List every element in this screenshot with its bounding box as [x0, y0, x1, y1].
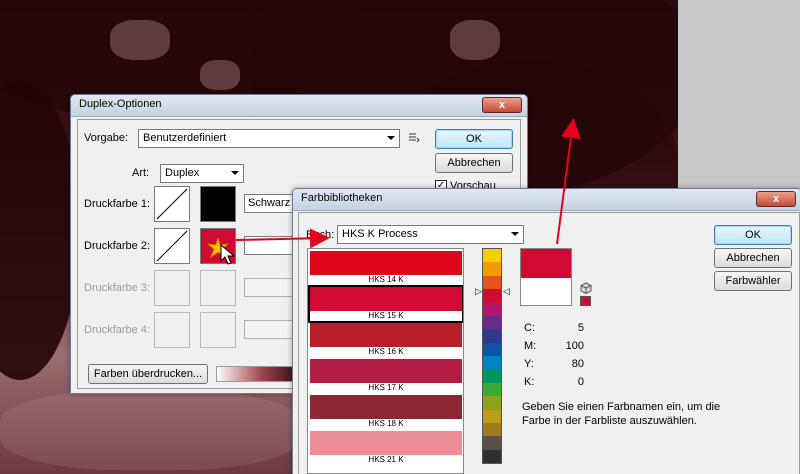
hue-segment	[483, 369, 501, 383]
color-swatch-item[interactable]: HKS 18 K	[310, 395, 462, 429]
slider-left-arrow-icon[interactable]: ▷	[475, 286, 482, 297]
duplex-cancel-button[interactable]: Abbrechen	[435, 153, 513, 173]
cmyk-value: 5	[577, 322, 584, 334]
curve-icon	[156, 188, 188, 220]
library-title: Farbbibliotheken	[301, 192, 383, 204]
type-value: Duplex	[165, 167, 200, 179]
book-dropdown[interactable]: HKS K Process	[337, 225, 524, 244]
hue-segment	[483, 422, 501, 437]
hue-segment	[483, 249, 501, 263]
swatch-name: HKS 17 K	[368, 383, 404, 392]
color-swatch-item[interactable]: HKS 16 K	[310, 323, 462, 357]
gamut-cube-icon[interactable]	[580, 282, 592, 295]
hue-segment	[483, 289, 501, 303]
swatch-name: HKS 14 K	[368, 275, 404, 284]
hue-segment	[483, 356, 501, 370]
hue-slider[interactable]	[482, 248, 502, 464]
hue-segment	[483, 302, 501, 316]
color-swatch-item[interactable]: HKS 15 K	[308, 285, 463, 323]
hue-segment	[483, 436, 501, 450]
chevron-down-icon	[387, 136, 395, 140]
swatch-chip	[310, 287, 462, 311]
cmyk-value: 80	[571, 358, 584, 370]
book-value: HKS K Process	[342, 228, 418, 240]
cmyk-label: M:	[524, 340, 537, 352]
ink3-color-swatch	[200, 270, 236, 306]
curve-icon	[156, 230, 188, 262]
cmyk-label: K:	[524, 376, 535, 388]
cmyk-label: C:	[524, 322, 535, 334]
hue-segment	[483, 275, 501, 290]
hue-segment	[483, 329, 501, 343]
hue-segment	[483, 449, 501, 463]
ink2-curve-box[interactable]	[154, 228, 190, 264]
mouse-cursor-icon	[220, 243, 236, 266]
ink4-label: Druckfarbe 4:	[84, 324, 151, 336]
preset-value: Benutzerdefiniert	[143, 132, 227, 144]
preset-options-icon[interactable]	[408, 131, 420, 143]
swatch-chip	[310, 431, 462, 455]
ink1-name: Schwarz	[248, 197, 291, 209]
web-safe-swatch[interactable]	[580, 296, 591, 306]
hue-segment	[483, 396, 501, 410]
type-label: Art:	[132, 167, 150, 179]
book-label: Buch:	[306, 229, 335, 241]
color-swatch-item[interactable]: HKS 17 K	[310, 359, 462, 393]
ink4-color-swatch	[200, 312, 236, 348]
preset-dropdown[interactable]: Benutzerdefiniert	[138, 129, 400, 148]
ink4-curve-box	[154, 312, 190, 348]
swatch-chip	[310, 359, 462, 383]
swatch-name: HKS 16 K	[368, 347, 404, 356]
cmyk-label: Y:	[524, 358, 534, 370]
chevron-down-icon	[231, 171, 239, 175]
ink3-label: Druckfarbe 3:	[84, 282, 151, 294]
hue-segment	[483, 342, 501, 356]
hint-text: Geben Sie einen Farbnamen ein, um die Fa…	[522, 401, 721, 427]
cmyk-value: 100	[565, 340, 584, 352]
overprint-colors-button[interactable]: Farben überdrucken...	[88, 364, 208, 384]
ink2-label: Druckfarbe 2:	[84, 240, 151, 252]
duplex-titlebar[interactable]: Duplex-Optionen x	[71, 95, 527, 117]
library-titlebar[interactable]: Farbbibliotheken x	[293, 189, 800, 211]
color-swatch-item[interactable]: HKS 14 K	[310, 251, 462, 285]
cmyk-row: Y: 80	[524, 358, 584, 370]
swatch-name: HKS 15 K	[368, 311, 404, 320]
cmyk-row: M: 100	[524, 340, 584, 352]
cmyk-row: C: 5	[524, 322, 584, 334]
ink3-curve-box	[154, 270, 190, 306]
cmyk-value: 0	[577, 376, 584, 388]
hue-segment	[483, 262, 501, 276]
library-ok-button[interactable]: OK	[714, 225, 792, 245]
preset-label: Vorgabe:	[84, 132, 129, 144]
color-picker-button[interactable]: Farbwähler	[714, 271, 792, 291]
hue-segment	[483, 315, 501, 330]
swatch-name: HKS 21 K	[368, 455, 404, 464]
color-swatch-item[interactable]: HKS 21 K	[310, 431, 462, 465]
cmyk-row: K: 0	[524, 376, 584, 388]
library-cancel-button[interactable]: Abbrechen	[714, 248, 792, 268]
new-color-preview	[520, 248, 572, 278]
old-color-preview	[520, 278, 572, 306]
slider-right-arrow-icon[interactable]: ◁	[503, 286, 510, 297]
hue-segment	[483, 409, 501, 423]
color-swatch-list[interactable]: HKS 14 K HKS 15 K HKS 16 K HKS 17 K HKS 18 K…	[307, 248, 464, 474]
type-dropdown[interactable]: Duplex	[160, 164, 244, 183]
swatch-chip	[310, 323, 462, 347]
ink1-curve-box[interactable]	[154, 186, 190, 222]
duplex-ok-button[interactable]: OK	[435, 129, 513, 149]
swatch-name: HKS 18 K	[368, 419, 404, 428]
duplex-close-button[interactable]: x	[482, 97, 522, 113]
ink1-color-swatch[interactable]	[200, 186, 236, 222]
duplex-title: Duplex-Optionen	[79, 98, 162, 110]
swatch-chip	[310, 251, 462, 275]
ink1-label: Druckfarbe 1:	[84, 198, 151, 210]
library-close-button[interactable]: x	[756, 191, 796, 207]
chevron-down-icon	[511, 232, 519, 236]
hue-segment	[483, 382, 501, 397]
swatch-chip	[310, 395, 462, 419]
